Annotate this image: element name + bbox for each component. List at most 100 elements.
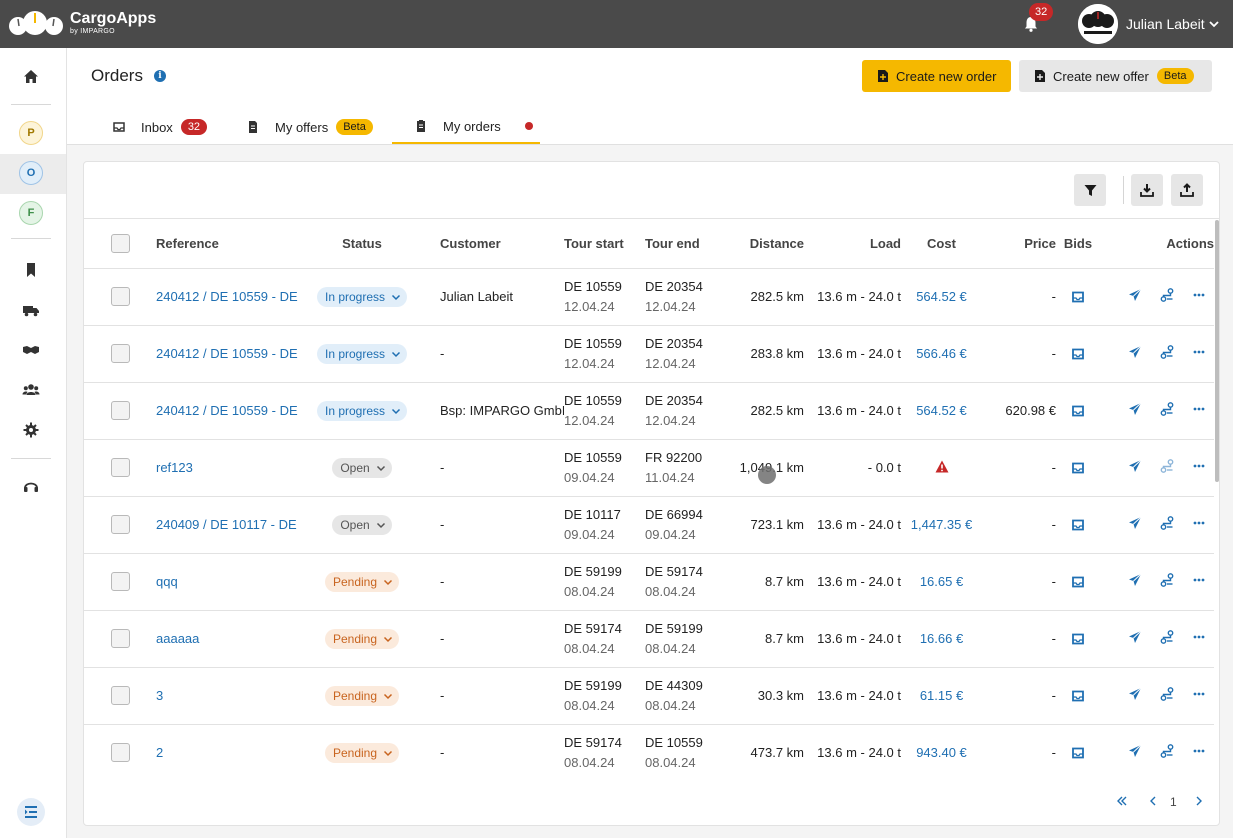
user-name[interactable]: Julian Labeit — [1126, 16, 1205, 32]
more-options-icon[interactable] — [1192, 516, 1206, 530]
info-icon[interactable]: i — [154, 70, 166, 82]
status-dropdown[interactable]: In progress — [316, 400, 408, 421]
create-new-order-button[interactable]: Create new order — [862, 60, 1011, 92]
row-checkbox[interactable] — [110, 344, 130, 363]
bids-inbox-icon[interactable] — [1071, 746, 1085, 760]
table-row[interactable]: 240412 / DE 10559 - DE In progress Bsp: IM… — [84, 382, 1214, 440]
bids-inbox-icon[interactable] — [1071, 689, 1085, 703]
reference-link[interactable]: aaaaaa — [156, 631, 199, 646]
row-checkbox[interactable] — [110, 515, 130, 534]
more-options-icon[interactable] — [1192, 459, 1206, 473]
column-price[interactable]: Price — [982, 219, 1056, 269]
row-checkbox[interactable] — [110, 686, 130, 705]
cost-value[interactable]: 1,447.35 € — [911, 517, 972, 532]
reference-link[interactable]: ref123 — [156, 460, 193, 475]
more-options-icon[interactable] — [1192, 345, 1206, 359]
bids-inbox-icon[interactable] — [1071, 347, 1085, 361]
sidebar-collapse-button[interactable] — [17, 798, 45, 826]
status-dropdown[interactable]: In progress — [316, 343, 408, 364]
cost-value[interactable]: 566.46 € — [916, 346, 967, 361]
route-icon[interactable] — [1160, 630, 1174, 644]
sidebar-item-o[interactable]: O — [19, 161, 43, 185]
reference-link[interactable]: 240412 / DE 10559 - DE — [156, 403, 298, 418]
status-dropdown[interactable]: In progress — [316, 286, 408, 307]
send-icon[interactable] — [1128, 288, 1142, 302]
sidebar-item-p[interactable]: P — [19, 121, 43, 145]
create-new-offer-button[interactable]: Create new offer Beta — [1019, 60, 1212, 92]
more-options-icon[interactable] — [1192, 288, 1206, 302]
table-row[interactable]: 240412 / DE 10559 - DE In progress Julian … — [84, 268, 1214, 326]
route-icon[interactable] — [1160, 516, 1174, 530]
cost-value[interactable]: 61.15 € — [920, 688, 963, 703]
status-dropdown[interactable]: Pending — [324, 628, 400, 649]
first-page-icon[interactable] — [1115, 794, 1129, 808]
route-icon[interactable] — [1160, 288, 1174, 302]
reference-link[interactable]: 240409 / DE 10117 - DE — [156, 517, 297, 532]
cost-value[interactable]: 16.66 € — [920, 631, 963, 646]
reference-link[interactable]: 3 — [156, 688, 163, 703]
truck-icon[interactable] — [22, 301, 40, 319]
gear-icon[interactable] — [22, 421, 40, 439]
table-row[interactable]: 2 Pending - DE 59174 08.04.24 DE 10559 08.04.2… — [84, 724, 1214, 778]
status-dropdown[interactable]: Pending — [324, 742, 400, 763]
reference-link[interactable]: 2 — [156, 745, 163, 760]
route-icon[interactable] — [1160, 687, 1174, 701]
send-icon[interactable] — [1128, 630, 1142, 644]
reference-link[interactable]: 240412 / DE 10559 - DE — [156, 289, 298, 304]
status-dropdown[interactable]: Open — [332, 514, 392, 535]
next-page-icon[interactable] — [1192, 794, 1206, 808]
home-icon[interactable] — [22, 68, 40, 86]
send-icon[interactable] — [1128, 744, 1142, 758]
send-icon[interactable] — [1128, 516, 1142, 530]
table-row[interactable]: 240409 / DE 10117 - DE Open - DE 10117 09.04… — [84, 496, 1214, 554]
table-row[interactable]: qqq Pending - DE 59199 08.04.24 DE 59174 08.04… — [84, 553, 1214, 611]
route-icon[interactable] — [1160, 744, 1174, 758]
table-row[interactable]: 3 Pending - DE 59199 08.04.24 DE 44309 08.04.2… — [84, 667, 1214, 725]
more-options-icon[interactable] — [1192, 744, 1206, 758]
bids-inbox-icon[interactable] — [1071, 461, 1085, 475]
avatar[interactable] — [1078, 4, 1118, 44]
send-icon[interactable] — [1128, 402, 1142, 416]
bids-inbox-icon[interactable] — [1071, 575, 1085, 589]
more-options-icon[interactable] — [1192, 630, 1206, 644]
users-icon[interactable] — [22, 381, 40, 399]
brand[interactable]: CargoApps by IMPARGO — [70, 10, 156, 36]
tab-inbox[interactable]: Inbox 32 — [113, 110, 208, 144]
filter-button[interactable] — [1074, 174, 1106, 206]
bids-inbox-icon[interactable] — [1071, 632, 1085, 646]
column-customer[interactable]: Customer — [425, 219, 564, 269]
warning-icon[interactable] — [935, 460, 949, 473]
bids-inbox-icon[interactable] — [1071, 404, 1085, 418]
tab-my-orders[interactable]: My orders — [392, 110, 540, 144]
send-icon[interactable] — [1128, 345, 1142, 359]
reference-link[interactable]: 240412 / DE 10559 - DE — [156, 346, 298, 361]
status-dropdown[interactable]: Pending — [324, 571, 400, 592]
table-scrollbar[interactable] — [1215, 220, 1219, 482]
bookmark-icon[interactable] — [22, 261, 40, 279]
row-checkbox[interactable] — [110, 458, 130, 477]
send-icon[interactable] — [1128, 687, 1142, 701]
select-all-checkbox[interactable] — [110, 233, 130, 253]
more-options-icon[interactable] — [1192, 402, 1206, 416]
column-reference[interactable]: Reference — [156, 219, 299, 269]
bids-inbox-icon[interactable] — [1071, 518, 1085, 532]
send-icon[interactable] — [1128, 459, 1142, 473]
support-headset-icon[interactable] — [22, 478, 40, 496]
tab-my-offers[interactable]: My offers Beta — [247, 110, 373, 144]
column-load[interactable]: Load — [804, 219, 901, 269]
current-page[interactable]: 1 — [1170, 795, 1177, 809]
column-cost[interactable]: Cost — [901, 219, 982, 269]
route-icon[interactable] — [1160, 573, 1174, 587]
cost-value[interactable]: 564.52 € — [916, 289, 967, 304]
row-checkbox[interactable] — [110, 287, 130, 306]
status-dropdown[interactable]: Pending — [324, 685, 400, 706]
row-checkbox[interactable] — [110, 629, 130, 648]
previous-page-icon[interactable] — [1146, 794, 1160, 808]
handshake-icon[interactable] — [22, 341, 40, 359]
route-icon[interactable] — [1160, 459, 1174, 473]
cost-value[interactable]: 564.52 € — [916, 403, 967, 418]
status-dropdown[interactable]: Open — [332, 457, 392, 478]
cost-value[interactable]: 943.40 € — [916, 745, 967, 760]
table-row[interactable]: aaaaaa Pending - DE 59174 08.04.24 DE 59199 08… — [84, 610, 1214, 668]
more-options-icon[interactable] — [1192, 573, 1206, 587]
